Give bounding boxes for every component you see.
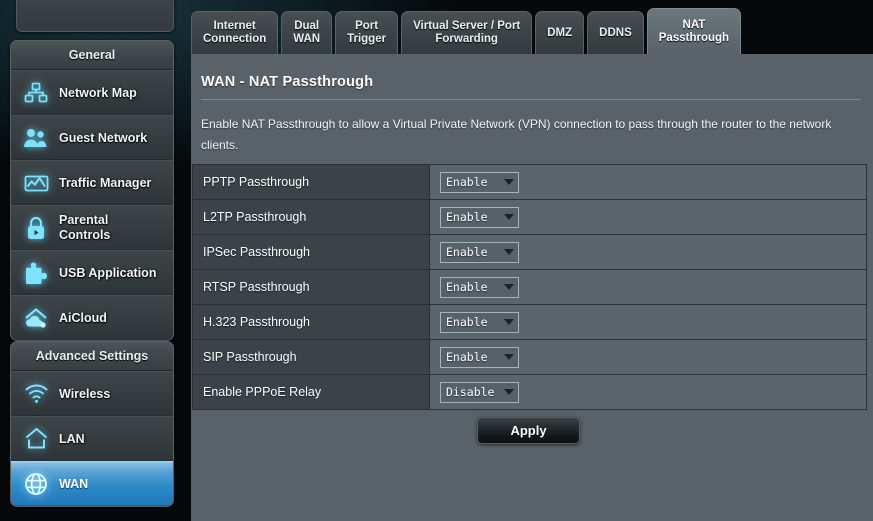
tab-dual-wan[interactable]: Dual WAN — [281, 11, 333, 54]
sidebar-item-lan[interactable]: LAN — [11, 416, 173, 461]
select-value: Enable — [446, 315, 488, 329]
sidebar-item-label: WAN — [59, 476, 89, 491]
tab-label: DDNS — [599, 26, 632, 39]
sidebar-item-guest-network[interactable]: Guest Network — [11, 115, 173, 160]
setting-label: Enable PPPoE Relay — [192, 374, 430, 410]
select-value: Disable — [446, 385, 495, 399]
tab-bar: Internet Connection Dual WAN Port Trigge… — [191, 8, 744, 54]
sidebar-item-label: AiCloud — [59, 311, 107, 325]
select-value: Enable — [446, 175, 488, 189]
chevron-down-icon — [504, 284, 514, 290]
table-row: IPSec Passthrough Enable — [192, 234, 867, 270]
select-value: Enable — [446, 280, 488, 294]
nat-passthrough-settings-table: PPTP Passthrough Enable L2TP Passthrough… — [192, 164, 867, 410]
sidebar-item-label: Wireless — [59, 386, 111, 401]
sidebar-item-usb-application[interactable]: USB Application — [11, 250, 173, 295]
sidebar-group-advanced-title: Advanced Settings — [11, 342, 173, 371]
sidebar-item-label: Traffic Manager — [59, 175, 152, 190]
tab-virtual-server-port-forwarding[interactable]: Virtual Server / Port Forwarding — [401, 11, 533, 54]
wireless-icon — [19, 379, 53, 409]
traffic-manager-icon — [19, 168, 53, 198]
pptp-passthrough-select[interactable]: Enable — [440, 171, 519, 193]
apply-button-row: Apply — [191, 417, 866, 444]
chevron-down-icon — [504, 319, 514, 325]
table-row: SIP Passthrough Enable — [192, 339, 867, 375]
chevron-down-icon — [504, 214, 514, 220]
table-row: H.323 Passthrough Enable — [192, 304, 867, 340]
sidebar-item-wireless[interactable]: Wireless — [11, 371, 173, 416]
chevron-down-icon — [504, 389, 514, 395]
guest-network-icon — [19, 123, 53, 153]
tab-nat-passthrough[interactable]: NAT Passthrough — [646, 8, 742, 54]
chevron-down-icon — [504, 354, 514, 360]
sidebar-group-general: General Network Map Guest Network Traffi… — [10, 40, 174, 341]
network-map-icon — [19, 78, 53, 108]
rtsp-passthrough-select[interactable]: Enable — [440, 276, 519, 298]
sip-passthrough-select[interactable]: Enable — [440, 346, 519, 368]
wand-icon — [29, 0, 55, 1]
table-row: Enable PPPoE Relay Disable — [192, 374, 867, 410]
sidebar-item-wan[interactable]: WAN — [11, 461, 173, 506]
setting-label: SIP Passthrough — [192, 339, 430, 375]
pppoe-relay-select[interactable]: Disable — [440, 381, 519, 403]
router-admin-page: Quick Internet Setup General Network Map — [0, 0, 873, 521]
chevron-down-icon — [504, 179, 514, 185]
quick-internet-setup-button[interactable]: Quick Internet Setup — [16, 0, 174, 32]
sidebar: Quick Internet Setup General Network Map — [0, 0, 190, 521]
select-value: Enable — [446, 350, 488, 364]
sidebar-group-general-title: General — [11, 41, 173, 70]
chevron-down-icon — [504, 249, 514, 255]
tab-label: Port Trigger — [347, 20, 387, 45]
sidebar-item-label: Parental Controls — [59, 212, 111, 242]
table-row: PPTP Passthrough Enable — [192, 164, 867, 200]
tab-label: Dual WAN — [293, 20, 321, 45]
select-value: Enable — [446, 210, 488, 224]
setting-label: H.323 Passthrough — [192, 304, 430, 340]
usb-application-icon — [19, 258, 53, 288]
tab-internet-connection[interactable]: Internet Connection — [191, 11, 279, 54]
sidebar-item-label: Guest Network — [59, 130, 148, 145]
title-divider — [201, 99, 861, 100]
apply-button[interactable]: Apply — [477, 417, 580, 444]
parental-controls-icon — [19, 213, 53, 243]
setting-label: L2TP Passthrough — [192, 199, 430, 235]
wan-icon — [19, 469, 53, 499]
setting-label: PPTP Passthrough — [192, 164, 430, 200]
setting-label: IPSec Passthrough — [192, 234, 430, 270]
ipsec-passthrough-select[interactable]: Enable — [440, 241, 519, 263]
tab-label: Virtual Server / Port Forwarding — [413, 20, 521, 45]
content-panel: WAN - NAT Passthrough Enable NAT Passthr… — [191, 54, 873, 521]
tab-label: Internet Connection — [203, 20, 267, 45]
sidebar-item-traffic-manager[interactable]: Traffic Manager — [11, 160, 173, 205]
lan-icon — [19, 424, 53, 454]
sidebar-item-parental-controls[interactable]: Parental Controls — [11, 205, 173, 250]
tab-label: NAT Passthrough — [658, 18, 730, 44]
table-row: RTSP Passthrough Enable — [192, 269, 867, 305]
sidebar-item-label: USB Application — [59, 265, 157, 280]
h323-passthrough-select[interactable]: Enable — [440, 311, 519, 333]
tab-label: DMZ — [547, 26, 573, 39]
sidebar-group-advanced-settings: Advanced Settings Wireless LAN WAN — [10, 341, 174, 507]
page-title: WAN - NAT Passthrough — [201, 74, 374, 90]
sidebar-item-label: Network Map — [59, 85, 137, 100]
table-row: L2TP Passthrough Enable — [192, 199, 867, 235]
tab-ddns[interactable]: DDNS — [587, 11, 644, 54]
sidebar-item-aicloud[interactable]: AiCloud — [11, 295, 173, 340]
l2tp-passthrough-select[interactable]: Enable — [440, 206, 519, 228]
page-description: Enable NAT Passthrough to allow a Virtua… — [201, 117, 832, 152]
select-value: Enable — [446, 245, 488, 259]
tab-dmz[interactable]: DMZ — [535, 11, 585, 54]
setting-label: RTSP Passthrough — [192, 269, 430, 305]
sidebar-item-label: LAN — [59, 431, 85, 446]
sidebar-item-network-map[interactable]: Network Map — [11, 70, 173, 115]
tab-port-trigger[interactable]: Port Trigger — [335, 11, 399, 54]
aicloud-icon — [19, 303, 53, 333]
